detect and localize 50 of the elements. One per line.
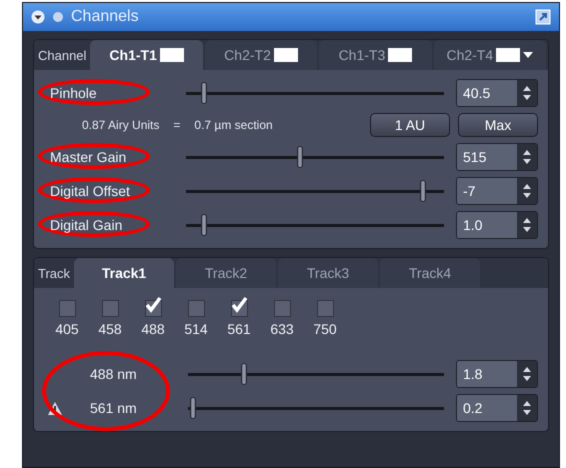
laser-label: 561 nm <box>89 400 138 416</box>
checkbox[interactable] <box>316 300 334 317</box>
slider-thumb[interactable] <box>296 146 303 168</box>
color-swatch <box>160 48 184 62</box>
color-swatch <box>274 48 298 62</box>
checkbox-label: 458 <box>98 321 122 337</box>
checkbox-label: 405 <box>55 321 79 337</box>
tab[interactable]: Ch1-T1 <box>90 40 203 70</box>
checkbox[interactable] <box>274 300 290 317</box>
tab[interactable]: Ch2-T2 <box>204 40 318 70</box>
checkbox[interactable] <box>230 300 248 317</box>
slider-label: Master Gain <box>50 149 128 165</box>
color-swatch <box>388 48 412 62</box>
checkbox-label: 514 <box>184 321 208 337</box>
tab[interactable]: Track4 <box>380 258 480 288</box>
slider-label: Digital Offset <box>50 183 131 199</box>
tab[interactable]: Ch2-T4 <box>434 40 546 70</box>
checkbox[interactable] <box>188 300 204 317</box>
airy-units-text: 0.87 Airy Units <box>82 118 160 132</box>
tab[interactable]: Ch1-T3 <box>319 40 432 70</box>
collapse-icon[interactable] <box>31 10 45 24</box>
slider-thumb[interactable] <box>201 214 208 236</box>
checkbox[interactable] <box>58 300 76 317</box>
tab[interactable]: Track3 <box>278 258 378 288</box>
equals-sign: = <box>173 118 180 132</box>
tab-group-label: Channel <box>37 46 88 64</box>
checkbox[interactable] <box>144 300 162 317</box>
checkbox[interactable] <box>102 300 118 317</box>
checkbox-label: 488 <box>141 321 165 337</box>
section-text: 0.7 µm section <box>194 118 273 132</box>
window-title: Channels <box>71 8 140 26</box>
slider-thumb[interactable] <box>190 396 196 418</box>
checkbox-label: 561 <box>227 321 251 337</box>
undock-icon[interactable] <box>535 9 551 25</box>
checkbox-label: 750 <box>313 321 337 337</box>
tab-group-label: Track <box>37 264 72 282</box>
slider-label: Digital Gain <box>50 217 124 233</box>
color-swatch <box>496 48 520 62</box>
slider-thumb[interactable] <box>420 180 426 202</box>
slider-thumb[interactable] <box>241 362 248 384</box>
laser-label: 488 nm <box>89 366 138 382</box>
dot-icon <box>51 10 65 24</box>
tab[interactable]: Track1 <box>74 258 174 288</box>
tab[interactable]: Track2 <box>176 258 276 288</box>
preset-button[interactable]: Max <box>458 113 538 137</box>
caret-icon[interactable] <box>523 51 534 59</box>
slider-label: Pinhole <box>50 85 98 101</box>
preset-button[interactable]: 1 AU <box>370 113 450 137</box>
slider-thumb[interactable] <box>201 82 208 104</box>
checkbox-label: 633 <box>270 321 294 337</box>
